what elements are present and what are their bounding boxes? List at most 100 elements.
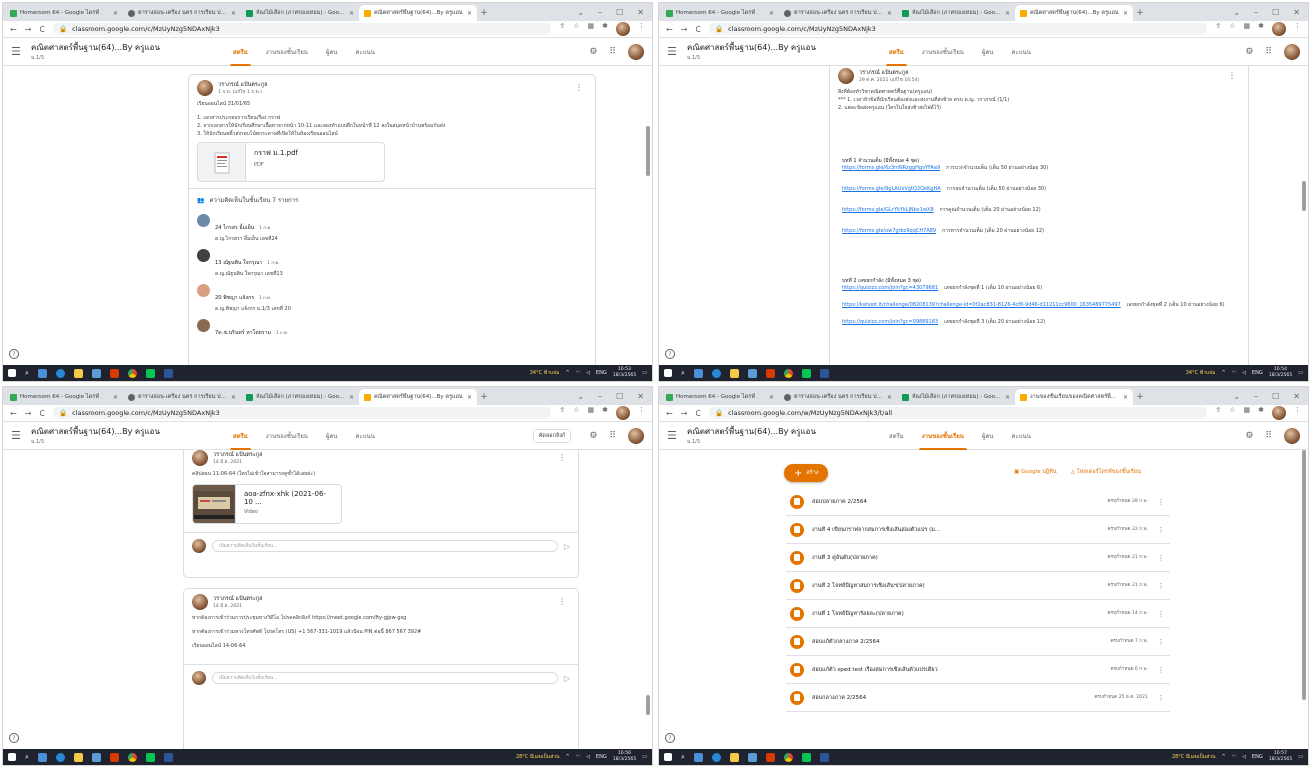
clock[interactable]: 16:56 18/3/2565 xyxy=(613,751,637,763)
comment-input[interactable]: เพิ่มความคิดเห็นในชั้นเรียน... xyxy=(212,540,558,552)
author-name[interactable]: วราภรณ์ แป้นตระกูล xyxy=(213,595,263,603)
store-icon[interactable] xyxy=(747,752,757,762)
word-icon[interactable] xyxy=(819,752,829,762)
minimize-icon[interactable]: – xyxy=(1254,392,1258,401)
tab-people[interactable]: ผู้คน xyxy=(326,422,338,450)
scrollbar[interactable] xyxy=(1302,181,1306,211)
network-icon[interactable]: ◠ xyxy=(1232,370,1236,376)
forward-icon[interactable]: → xyxy=(25,25,32,34)
share-icon[interactable]: ⇪ xyxy=(1215,406,1221,420)
office-icon[interactable] xyxy=(765,752,775,762)
close-icon[interactable]: ✕ xyxy=(1123,10,1128,17)
tab-classwork[interactable]: งานของชั้นเรียน xyxy=(266,38,308,66)
help-icon[interactable]: ? xyxy=(9,349,19,359)
explorer-icon[interactable] xyxy=(729,368,739,378)
office-icon[interactable] xyxy=(765,368,775,378)
author-name[interactable]: วราภรณ์ แป้นตระกูล xyxy=(859,69,919,77)
extension-icon[interactable]: ▦ xyxy=(588,406,595,420)
scrollbar[interactable] xyxy=(646,126,650,176)
quiz-link[interactable]: https://forms.gle/9gLAUxVgtQ2QeKgHA xyxy=(842,186,941,193)
more-options-icon[interactable]: ⋮ xyxy=(558,597,566,606)
close-icon[interactable]: ✕ xyxy=(113,10,118,17)
commenter-avatar[interactable] xyxy=(197,214,210,227)
maximize-icon[interactable]: ☐ xyxy=(1272,392,1279,401)
more-icon[interactable]: ⋮ xyxy=(638,22,645,36)
class-title[interactable]: คณิตศาสตร์พื้นฐาน(64)...By ครูแอน ม.1/3 xyxy=(687,41,816,62)
close-icon[interactable]: ✕ xyxy=(769,10,774,17)
store-icon[interactable] xyxy=(91,368,101,378)
star-icon[interactable]: ☆ xyxy=(1229,22,1235,36)
more-options-icon[interactable]: ⋮ xyxy=(1156,666,1166,674)
close-window-icon[interactable]: ✕ xyxy=(637,8,644,17)
class-title[interactable]: คณิตศาสตร์พื้นฐาน(64)...By ครูแอน ม.1/3 xyxy=(31,425,160,446)
menu-icon[interactable]: ☰ xyxy=(11,429,27,442)
more-options-icon[interactable]: ⋮ xyxy=(575,83,583,92)
scrollbar[interactable] xyxy=(646,695,650,715)
class-comments-toggle[interactable]: 👥 ความคิดเห็นในชั้นเรียน 7 รายการ xyxy=(189,188,595,211)
extension-icon[interactable]: ▦ xyxy=(1244,22,1251,36)
back-icon[interactable]: ← xyxy=(10,25,17,34)
weather-widget[interactable]: 28°C มีเมฆเป็นส่วน xyxy=(1172,753,1216,761)
browser-tab[interactable]: Homeroom 64 - Google ไดรฟ์ ✕ xyxy=(661,5,779,21)
star-icon[interactable]: ☆ xyxy=(573,22,579,36)
help-icon[interactable]: ? xyxy=(9,733,19,743)
language-indicator[interactable]: ENG xyxy=(596,754,607,760)
close-icon[interactable]: ✕ xyxy=(113,394,118,401)
send-icon[interactable]: ▷ xyxy=(564,542,570,551)
account-avatar[interactable] xyxy=(1284,43,1300,60)
edge-icon[interactable] xyxy=(55,752,65,762)
url-input[interactable]: 🔒 classroom.google.com/w/MzUyNzg5NDAxNjk3… xyxy=(709,407,1208,419)
tab-stream[interactable]: สตรีม xyxy=(889,422,904,450)
volume-icon[interactable]: ◁ xyxy=(586,370,590,376)
tray-chevron-icon[interactable]: ^ xyxy=(565,754,569,760)
puzzle-icon[interactable]: ✱ xyxy=(1258,406,1264,420)
browser-tab[interactable]: ตารางสอน-เครื่อง นคร การเรียน ปก.1 ✕ xyxy=(779,5,897,21)
quiz-link[interactable]: https://forms.gle/GLrYkYkLjNbx1wX8 xyxy=(842,207,934,214)
back-icon[interactable]: ← xyxy=(666,409,673,418)
account-avatar[interactable] xyxy=(628,43,644,60)
close-icon[interactable]: ✕ xyxy=(231,394,236,401)
calendar-link[interactable]: ▣ Google ปฏิทิน xyxy=(1014,468,1057,476)
minimize-icon[interactable]: – xyxy=(598,392,602,401)
attachment-card[interactable]: กราฟ ม.1.pdf PDF xyxy=(197,142,385,182)
clock[interactable]: 16:57 18/3/2565 xyxy=(1269,751,1293,763)
help-icon[interactable]: ? xyxy=(665,349,675,359)
more-icon[interactable]: ⋮ xyxy=(1294,406,1301,420)
maximize-icon[interactable]: ☐ xyxy=(616,392,623,401)
tab-classwork[interactable]: งานของชั้นเรียน xyxy=(922,38,964,66)
search-icon[interactable]: ⌕ xyxy=(25,369,29,378)
gear-icon[interactable]: ⚙ xyxy=(1245,47,1253,57)
language-indicator[interactable]: ENG xyxy=(596,370,607,376)
explorer-icon[interactable] xyxy=(73,368,83,378)
volume-icon[interactable]: ◁ xyxy=(1242,754,1246,760)
apps-grid-icon[interactable]: ⠿ xyxy=(1265,47,1272,57)
browser-tab[interactable]: ห้องไม้เลือก (ภาคของเทอม) - Google ✕ xyxy=(897,389,1015,405)
tab-grades[interactable]: คะแนน xyxy=(1012,38,1031,66)
forward-icon[interactable]: → xyxy=(681,25,688,34)
assignment-row[interactable]: สอบปลายภาค 2/2564 ครบกำหนด 28 ก.พ. ⋮ xyxy=(786,488,1170,516)
tray-chevron-icon[interactable]: ^ xyxy=(1221,370,1225,376)
clock[interactable]: 16:54 18/3/2565 xyxy=(1269,367,1293,379)
author-avatar[interactable] xyxy=(197,80,213,96)
more-options-icon[interactable]: ⋮ xyxy=(1228,71,1236,80)
store-icon[interactable] xyxy=(747,368,757,378)
close-icon[interactable]: ✕ xyxy=(467,394,472,401)
search-icon[interactable]: ⌕ xyxy=(681,369,685,378)
browser-tab[interactable]: Homeroom 64 - Google ไดรฟ์ ✕ xyxy=(5,389,123,405)
line-icon[interactable] xyxy=(145,752,155,762)
tab-grades[interactable]: คะแนน xyxy=(356,38,375,66)
reload-icon[interactable]: C xyxy=(39,409,45,418)
back-icon[interactable]: ← xyxy=(666,25,673,34)
class-title[interactable]: คณิตศาสตร์พื้นฐาน(64)...By ครูแอน ม.1/3 xyxy=(687,425,816,446)
help-icon[interactable]: ? xyxy=(665,733,675,743)
url-input[interactable]: 🔒 classroom.google.com/c/MzUyNzg5NDAxNjk3 xyxy=(53,407,552,419)
drive-folder-link[interactable]: ◬ โฟลเดอร์ไดรฟ์ของชั้นเรียน xyxy=(1071,468,1141,476)
menu-icon[interactable]: ☰ xyxy=(667,45,683,58)
windows-start-icon[interactable] xyxy=(664,753,672,761)
more-options-icon[interactable]: ⋮ xyxy=(1156,694,1166,702)
send-icon[interactable]: ▷ xyxy=(564,674,570,683)
commenter-avatar[interactable] xyxy=(197,319,210,332)
notification-icon[interactable]: ▭ xyxy=(1298,754,1303,760)
tab-classwork[interactable]: งานของชั้นเรียน xyxy=(266,422,308,450)
notification-icon[interactable]: ▭ xyxy=(1298,370,1303,376)
